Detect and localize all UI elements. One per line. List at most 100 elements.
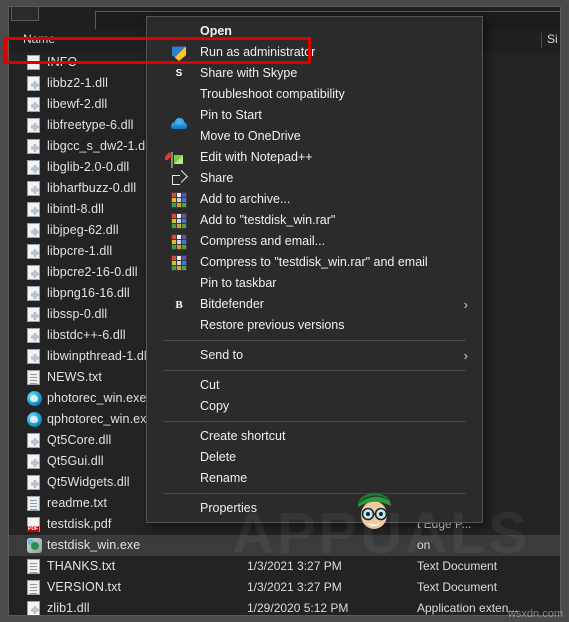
- menu-separator: [163, 340, 466, 341]
- menu-item[interactable]: Add to archive...: [147, 189, 482, 210]
- file-name: libewf-2.dll: [47, 97, 108, 111]
- menu-item-label: Cut: [200, 378, 220, 392]
- dll-file-icon: [27, 349, 41, 364]
- menu-item[interactable]: Run as administrator: [147, 42, 482, 63]
- file-name: libfreetype-6.dll: [47, 118, 134, 132]
- menu-item-label: Rename: [200, 471, 248, 485]
- dll-file-icon: [27, 244, 41, 259]
- menu-item[interactable]: Cut: [147, 375, 482, 396]
- menu-item-label: Send to: [200, 348, 244, 362]
- menu-item[interactable]: Edit with Notepad++: [147, 147, 482, 168]
- text-file-icon: [27, 370, 41, 385]
- dll-file-icon: [27, 118, 41, 133]
- onedrive-cloud-icon: [171, 129, 187, 145]
- file-name: libpcre2-16-0.dll: [47, 265, 138, 279]
- menu-item-label: Run as administrator: [200, 45, 316, 59]
- menu-item[interactable]: Properties: [147, 498, 482, 519]
- file-name: testdisk.pdf: [47, 517, 112, 531]
- file-name: libharfbuzz-0.dll: [47, 181, 137, 195]
- menu-item-label: Bitdefender: [200, 297, 264, 311]
- menu-item[interactable]: Share with Skype: [147, 63, 482, 84]
- menu-item[interactable]: Send to ›: [147, 345, 482, 366]
- file-name: photorec_win.exe: [47, 391, 147, 405]
- file-type: Text Document: [417, 580, 498, 594]
- file-name: libintl-8.dll: [47, 202, 104, 216]
- menu-item-label: Pin to Start: [200, 108, 262, 122]
- dll-file-icon: [27, 223, 41, 238]
- menu-separator: [163, 370, 466, 371]
- dll-file-icon: [27, 181, 41, 196]
- file-name: libwinpthread-1.dll: [47, 349, 150, 363]
- menu-item[interactable]: Move to OneDrive: [147, 126, 482, 147]
- menu-item[interactable]: Restore previous versions: [147, 315, 482, 336]
- pdf-file-icon: [27, 517, 41, 532]
- winrar-icon: [171, 234, 187, 250]
- text-file-icon: [27, 496, 41, 511]
- menu-item[interactable]: Open: [147, 21, 482, 42]
- dll-file-icon: [27, 76, 41, 91]
- file-name: libstdc++-6.dll: [47, 328, 126, 342]
- menu-item-label: Move to OneDrive: [200, 129, 301, 143]
- context-menu[interactable]: Open Run as administrator Share with Skype…: [146, 16, 483, 523]
- menu-item[interactable]: Rename: [147, 468, 482, 489]
- menu-item[interactable]: Compress and email...: [147, 231, 482, 252]
- menu-item-label: Troubleshoot compatibility: [200, 87, 345, 101]
- column-header-name[interactable]: Name: [23, 32, 55, 46]
- file-name: Qt5Core.dll: [47, 433, 112, 447]
- file-name: VERSION.txt: [47, 580, 122, 594]
- column-divider-3[interactable]: [541, 33, 542, 48]
- file-name: libpng16-16.dll: [47, 286, 130, 300]
- menu-item[interactable]: Bitdefender ›: [147, 294, 482, 315]
- file-name: Qt5Widgets.dll: [47, 475, 130, 489]
- dll-file-icon: [27, 265, 41, 280]
- explorer-tab-stub[interactable]: [11, 7, 39, 21]
- menu-item-label: Add to archive...: [200, 192, 291, 206]
- menu-item[interactable]: Troubleshoot compatibility: [147, 84, 482, 105]
- file-name: THANKS.txt: [47, 559, 116, 573]
- menu-item-label: Share: [200, 171, 234, 185]
- screenshot-root: Name Si INFOlibbz2-1.dllon exten...libew…: [0, 0, 569, 622]
- file-name: libssp-0.dll: [47, 307, 108, 321]
- menu-item[interactable]: Pin to taskbar: [147, 273, 482, 294]
- file-name: testdisk_win.exe: [47, 538, 141, 552]
- file-name: zlib1.dll: [47, 601, 90, 615]
- menu-item[interactable]: Compress to "testdisk_win.rar" and email: [147, 252, 482, 273]
- winrar-icon: [171, 255, 187, 271]
- file-type: on: [417, 538, 431, 552]
- file-name: libgcc_s_dw2-1.dll: [47, 139, 151, 153]
- menu-item[interactable]: Delete: [147, 447, 482, 468]
- file-row[interactable]: testdisk_win.exe on: [9, 535, 560, 556]
- file-date: 1/29/2020 5:12 PM: [247, 601, 349, 615]
- testdisk-app-icon: [27, 538, 42, 553]
- dll-file-icon: [27, 454, 41, 469]
- file-date: 1/3/2021 3:27 PM: [247, 559, 342, 573]
- menu-item-label: Delete: [200, 450, 237, 464]
- dll-file-icon: [27, 433, 41, 448]
- menu-item[interactable]: Add to "testdisk_win.rar": [147, 210, 482, 231]
- menu-item[interactable]: Create shortcut: [147, 426, 482, 447]
- file-type: Application exten...: [417, 601, 519, 615]
- dll-file-icon: [27, 475, 41, 490]
- menu-item-label: Copy: [200, 399, 230, 413]
- file-row[interactable]: zlib1.dll 1/29/2020 5:12 PM Application ex…: [9, 598, 560, 615]
- menu-item-label: Compress and email...: [200, 234, 326, 248]
- file-name: libpcre-1.dll: [47, 244, 113, 258]
- menu-item-label: Open: [200, 24, 232, 38]
- chevron-right-icon: ›: [463, 297, 468, 312]
- menu-item[interactable]: Share: [147, 168, 482, 189]
- winrar-icon: [171, 213, 187, 229]
- text-file-icon: [27, 580, 41, 595]
- column-header-size[interactable]: Si: [547, 32, 558, 46]
- menu-item-label: Edit with Notepad++: [200, 150, 313, 164]
- notepadpp-icon: [171, 150, 187, 168]
- file-row[interactable]: VERSION.txt 1/3/2021 3:27 PM Text Document: [9, 577, 560, 598]
- menu-item-label: Compress to "testdisk_win.rar" and email: [200, 255, 428, 269]
- blank-file-icon: [27, 55, 41, 70]
- menu-item[interactable]: Pin to Start: [147, 105, 482, 126]
- menu-item-label: Share with Skype: [200, 66, 298, 80]
- file-name: NEWS.txt: [47, 370, 102, 384]
- menu-item[interactable]: Copy: [147, 396, 482, 417]
- file-row[interactable]: THANKS.txt 1/3/2021 3:27 PM Text Document: [9, 556, 560, 577]
- uac-shield-icon: [171, 45, 187, 61]
- file-name: libglib-2.0-0.dll: [47, 160, 130, 174]
